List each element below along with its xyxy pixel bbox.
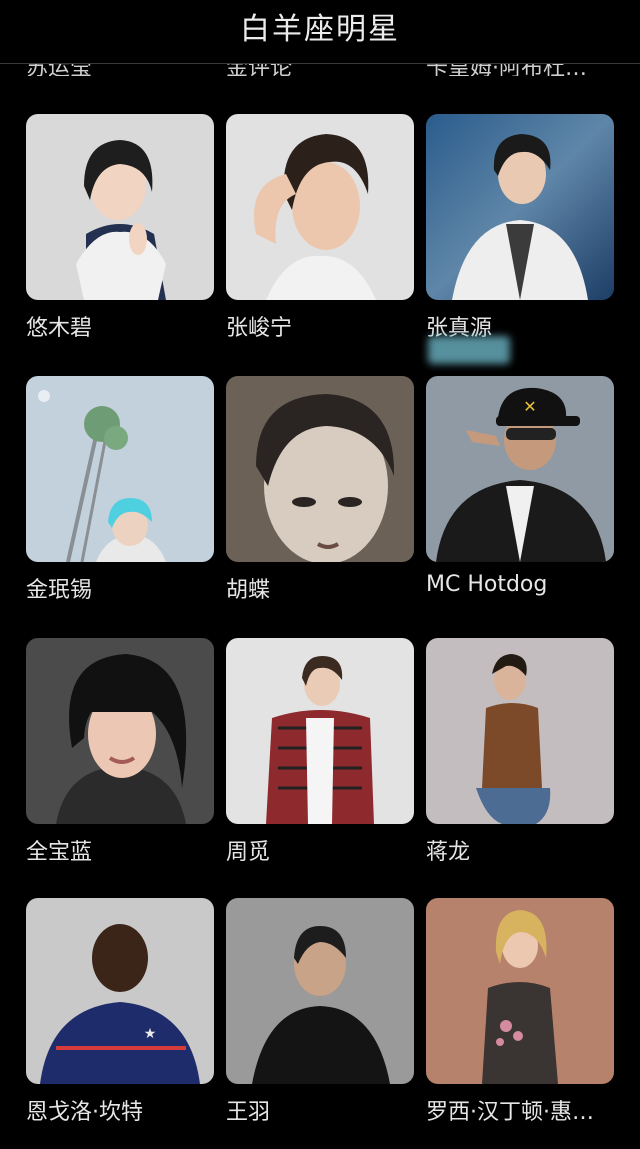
celebrity-photo[interactable] (226, 638, 414, 824)
celebrity-name[interactable]: 蒋龙 (426, 834, 614, 866)
celebrity-name[interactable]: 金珉锡 (26, 572, 214, 604)
page-title: 白羊座明星 (240, 12, 400, 47)
celebrity-photo[interactable] (26, 376, 214, 562)
celebrity-name[interactable]: 胡蝶 (226, 572, 414, 604)
celebrity-photo[interactable]: ✕ (426, 376, 614, 562)
celebrity-photo[interactable] (426, 898, 614, 1084)
celebrity-photo[interactable] (226, 114, 414, 300)
blurred-patch (428, 336, 510, 364)
celebrity-name[interactable]: 张峻宁 (226, 310, 414, 342)
celebrity-name[interactable]: 周觅 (226, 834, 414, 866)
header-divider (0, 63, 640, 64)
celebrity-photo[interactable] (426, 638, 614, 824)
celebrity-name[interactable]: 悠木碧 (26, 310, 214, 342)
celebrity-photo[interactable]: ★ (26, 898, 214, 1084)
celebrity-name[interactable]: MC Hotdog (426, 572, 614, 597)
svg-text:✕: ✕ (523, 397, 536, 416)
celebrity-photo[interactable] (26, 114, 214, 300)
celebrity-photo[interactable] (426, 114, 614, 300)
celebrity-name[interactable]: 全宝蓝 (26, 834, 214, 866)
celebrity-name[interactable]: 罗西·汉丁顿·惠… (426, 1094, 614, 1126)
celebrity-photo[interactable] (26, 638, 214, 824)
celebrity-photo[interactable] (226, 898, 414, 1084)
celebrity-name[interactable]: 王羽 (226, 1094, 414, 1126)
celebrity-name[interactable]: 恩戈洛·坎特 (26, 1094, 214, 1126)
celebrity-grid: 悠木碧 张峻宁 张真源 金珉锡 胡蝶 ✕ MC Hotdog 全宝蓝 周觅 蒋龙… (0, 0, 640, 1149)
celebrity-photo[interactable] (226, 376, 414, 562)
top-bar: 白羊座明星 (0, 0, 640, 64)
svg-text:★: ★ (144, 1026, 157, 1042)
